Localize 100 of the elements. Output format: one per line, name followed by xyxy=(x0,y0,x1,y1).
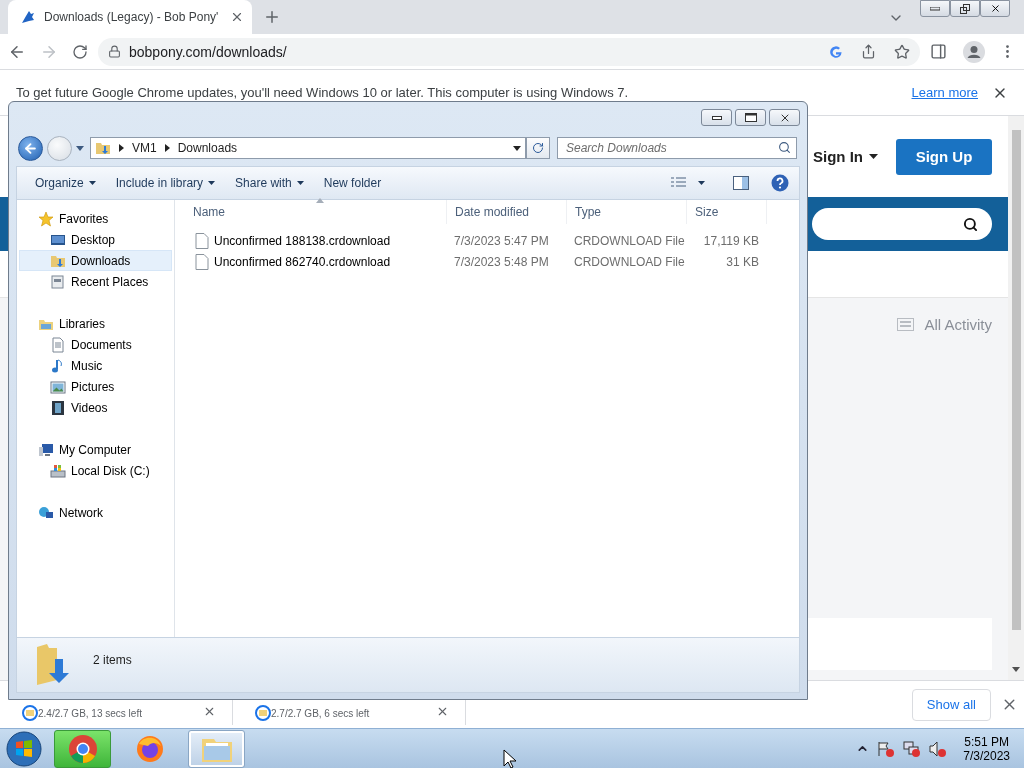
toolbar-button[interactable]: Share with xyxy=(227,173,312,193)
taskbar-app-button[interactable] xyxy=(54,729,111,768)
search-icon xyxy=(963,216,978,232)
column-header[interactable]: Date modified xyxy=(447,200,567,224)
chrome-logo-icon xyxy=(67,733,98,764)
file-name[interactable]: Unconfirmed 862740.crdownload xyxy=(214,254,391,269)
star-icon xyxy=(38,210,54,227)
search-icon[interactable] xyxy=(778,141,791,154)
url-text: bobpony.com/downloads/ xyxy=(129,43,288,60)
dropdown-caret-icon[interactable] xyxy=(513,145,521,151)
item-count: 2 items xyxy=(93,653,132,667)
column-header[interactable]: Type xyxy=(567,200,687,224)
file-name[interactable]: Unconfirmed 188138.crdownload xyxy=(214,233,391,248)
show-all-button[interactable]: Show all xyxy=(911,688,991,721)
breadcrumb-item[interactable]: VM1 xyxy=(132,141,157,155)
nav-item[interactable]: Network xyxy=(19,502,172,523)
flag-icon[interactable] xyxy=(877,740,896,757)
volume-muted-icon[interactable] xyxy=(929,740,948,757)
bookmark-star-icon[interactable] xyxy=(894,43,910,60)
learn-more-link[interactable]: Learn more xyxy=(911,85,978,100)
toolbar-button[interactable]: New folder xyxy=(315,173,390,193)
address-bar[interactable]: bobpony.com/downloads/ xyxy=(98,37,920,66)
caret-icon[interactable] xyxy=(698,181,705,185)
folder-download-icon xyxy=(35,643,71,687)
nav-item[interactable]: My Computer xyxy=(19,439,172,460)
new-tab-icon[interactable] xyxy=(263,8,281,26)
side-panel-icon[interactable] xyxy=(930,43,947,60)
maximize-button[interactable] xyxy=(735,109,766,126)
file-icon xyxy=(195,253,209,270)
chevron-icon xyxy=(119,144,124,152)
document-icon xyxy=(50,336,66,353)
bird-favicon-icon xyxy=(20,9,36,25)
column-header[interactable]: Size xyxy=(687,200,767,224)
reload-icon[interactable] xyxy=(72,43,88,60)
caret-icon xyxy=(88,181,96,185)
chevron-icon xyxy=(164,144,170,152)
toolbar-button[interactable]: Include in library xyxy=(107,173,224,193)
caret-icon xyxy=(296,181,304,185)
nav-item[interactable]: Desktop xyxy=(19,229,172,250)
preview-pane-icon[interactable] xyxy=(733,176,749,190)
breadcrumb-item[interactable]: Downloads xyxy=(177,141,238,155)
nav-item[interactable]: Pictures xyxy=(19,376,172,397)
scroll-down-icon[interactable] xyxy=(1012,667,1020,672)
nav-item[interactable]: Videos xyxy=(19,397,172,418)
download-status: 2.4/2.7 GB, 13 secs left xyxy=(38,707,142,719)
close-window-button[interactable] xyxy=(980,0,1010,17)
network-icon[interactable] xyxy=(903,740,922,757)
toolbar-button[interactable]: Organize xyxy=(27,173,104,193)
nav-item[interactable]: Music xyxy=(19,355,172,376)
caret-icon xyxy=(208,181,216,185)
restore-button[interactable] xyxy=(950,0,980,17)
search-field[interactable] xyxy=(812,208,992,240)
folder-download-icon xyxy=(95,140,111,156)
profile-avatar-icon[interactable] xyxy=(963,40,985,63)
back-button[interactable] xyxy=(18,135,43,161)
address-field[interactable]: VM1 Downloads xyxy=(90,137,526,159)
close-tab-icon[interactable] xyxy=(230,10,244,24)
search-field[interactable]: Search Downloads xyxy=(557,137,797,159)
close-icon xyxy=(989,3,1001,14)
table-cell-text: CRDOWNLOAD File xyxy=(573,253,686,271)
minimize-icon xyxy=(711,115,722,120)
nav-item[interactable]: Downloads xyxy=(19,250,172,271)
refresh-button[interactable] xyxy=(526,137,550,159)
nav-item[interactable]: Favorites xyxy=(19,208,172,229)
download-status: 2.7/2.7 GB, 6 secs left xyxy=(271,707,370,719)
lock-icon xyxy=(108,45,121,58)
back-arrow-icon xyxy=(23,140,38,156)
maximize-icon xyxy=(744,113,757,122)
download-file-icon xyxy=(255,704,271,721)
tab-title: Downloads (Legacy) - Bob Pony' xyxy=(44,10,220,24)
minimize-button[interactable] xyxy=(701,109,732,126)
minimize-icon xyxy=(930,6,940,11)
sign-in-link[interactable]: Sign In xyxy=(813,148,878,165)
network-globe-icon xyxy=(38,504,54,521)
nav-item[interactable]: Documents xyxy=(19,334,172,355)
sign-up-button[interactable]: Sign Up xyxy=(896,138,992,175)
refresh-icon xyxy=(532,142,544,154)
browser-tab[interactable]: Downloads (Legacy) - Bob Pony' xyxy=(8,0,252,34)
clock[interactable]: 5:51 PM 7/3/2023 xyxy=(963,734,1010,763)
column-header[interactable]: Name xyxy=(185,200,447,224)
drive-icon xyxy=(50,462,66,479)
scrollbar[interactable] xyxy=(1008,116,1024,680)
clock-time: 5:51 PM xyxy=(964,734,1009,749)
file-icon xyxy=(195,232,209,249)
clock-date: 7/3/2023 xyxy=(963,748,1010,763)
table-cell-text: 17,119 KB xyxy=(702,232,760,250)
nav-item[interactable]: Recent Places xyxy=(19,271,172,292)
nav-item[interactable]: Libraries xyxy=(19,313,172,334)
help-icon[interactable] xyxy=(771,174,789,192)
start-button[interactable] xyxy=(4,729,44,768)
mouse-cursor-icon xyxy=(503,749,517,768)
table-cell-text: CRDOWNLOAD File xyxy=(573,232,686,250)
close-button[interactable] xyxy=(769,109,800,126)
picture-icon xyxy=(50,378,66,395)
share-icon[interactable] xyxy=(861,44,876,59)
nav-item[interactable]: Local Disk (C:) xyxy=(19,460,172,481)
history-caret-icon[interactable] xyxy=(76,145,84,151)
google-g-icon[interactable] xyxy=(829,44,843,59)
recent-places-icon xyxy=(50,273,66,290)
table-cell-text: 7/3/2023 5:48 PM xyxy=(453,253,550,271)
